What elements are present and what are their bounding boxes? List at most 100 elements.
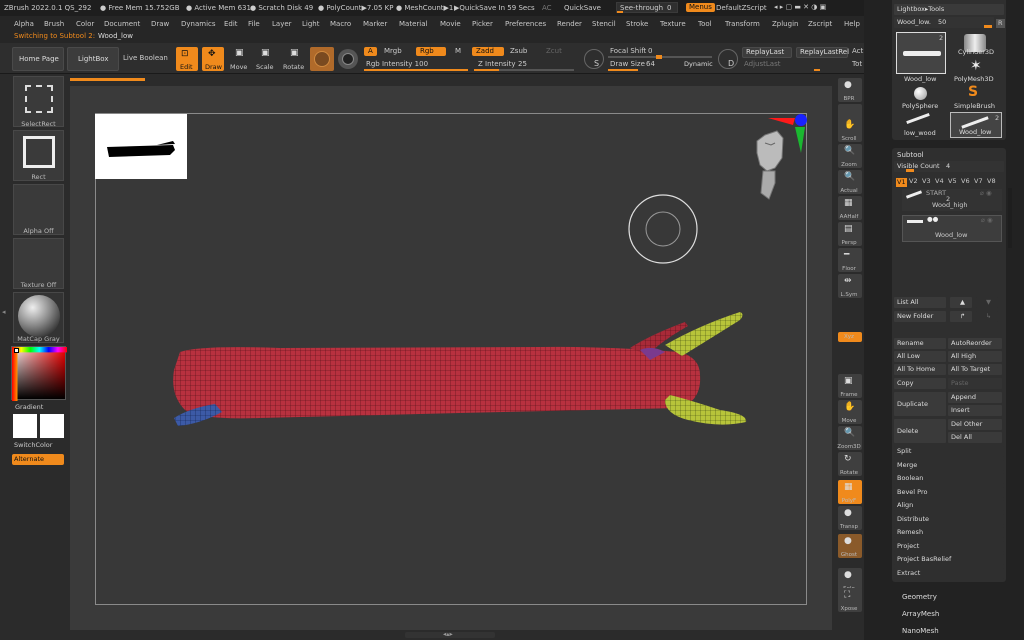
all-to-target-button[interactable]: All To Target (948, 364, 1002, 375)
list-all-button[interactable]: List All (894, 297, 946, 308)
menu-transform[interactable]: Transform (725, 20, 760, 28)
menu-light[interactable]: Light (302, 20, 319, 28)
default-zscript[interactable]: DefaultZScript (716, 5, 767, 12)
menu-stencil[interactable]: Stencil (592, 20, 616, 28)
a-button[interactable]: A (364, 47, 377, 56)
menu-render[interactable]: Render (557, 20, 582, 28)
home-page-button[interactable]: Home Page (12, 47, 64, 71)
menu-picker[interactable]: Picker (472, 20, 493, 28)
menu-dynamics[interactable]: Dynamics (181, 20, 216, 28)
all-high-button[interactable]: All High (948, 351, 1002, 362)
geometry-section[interactable]: Geometry (902, 593, 937, 601)
adjust-last-slider[interactable]: AdjustLast (742, 59, 848, 71)
replay-last-rel-button[interactable]: ReplayLastRel (796, 47, 849, 58)
tool-item-low-wood[interactable]: low_wood (904, 129, 936, 137)
move-button[interactable]: ▣ Move (228, 47, 250, 71)
draw-button[interactable]: ✥ Draw (202, 47, 224, 71)
lightbox-tools-button[interactable]: Lightbox▸Tools (894, 4, 1004, 15)
subtool-action-project-basrelief[interactable]: Project BasRelief (894, 554, 1004, 565)
duplicate-button[interactable]: Duplicate (894, 392, 946, 416)
wood-low-visibility-icon[interactable]: ⌀ ◉ (981, 217, 993, 224)
live-boolean-button[interactable]: Live Boolean (123, 55, 168, 62)
menu-stroke[interactable]: Stroke (626, 20, 648, 28)
color-picker[interactable] (11, 346, 67, 401)
orientation-head-icon[interactable] (735, 113, 810, 203)
del-other-button[interactable]: Del Other (948, 419, 1002, 430)
replay-last-button[interactable]: ReplayLast (742, 47, 792, 58)
alternate-button[interactable]: Alternate (12, 454, 64, 465)
menu-macro[interactable]: Macro (330, 20, 351, 28)
rgb-button[interactable]: Rgb (416, 47, 446, 56)
all-low-button[interactable]: All Low (894, 351, 946, 362)
menus-button[interactable]: Menus (686, 3, 715, 12)
subtool-title[interactable]: Subtool (897, 151, 924, 159)
log-mesh[interactable] (160, 300, 760, 440)
all-to-home-button[interactable]: All To Home (894, 364, 946, 375)
tool-item-cylinder3d[interactable]: Cylinder3D (958, 48, 994, 56)
rename-button[interactable]: Rename (894, 338, 946, 349)
polysphere-icon[interactable] (914, 87, 927, 100)
version-v4[interactable]: V4 (935, 178, 944, 185)
menu-tool[interactable]: Tool (698, 20, 712, 28)
menu-file[interactable]: File (248, 20, 260, 28)
subtool-action-merge[interactable]: Merge (894, 459, 1004, 471)
hue-ring[interactable] (12, 347, 67, 401)
menu-zplugin[interactable]: Zplugin (772, 20, 798, 28)
delete-button[interactable]: Delete (894, 419, 946, 443)
spotlight-s-dial[interactable]: S (584, 49, 604, 69)
material-swatch[interactable] (310, 47, 334, 71)
draw-size-slider[interactable]: Draw Size 64 Dynamic (608, 59, 714, 71)
menu-alpha[interactable]: Alpha (14, 20, 34, 28)
menu-layer[interactable]: Layer (272, 20, 292, 28)
subtool-item-wood-low[interactable]: ●● Wood_low ⌀ ◉ (902, 215, 1002, 242)
navigation-thumbnail[interactable] (95, 114, 187, 179)
see-through-slider[interactable]: See-through 0 (616, 2, 678, 13)
tray-collapse-icon[interactable]: ◂ (2, 308, 8, 322)
move-down-icon[interactable]: ▼ (976, 297, 998, 308)
lightbox-button[interactable]: LightBox (67, 47, 119, 71)
mrgb-button[interactable]: Mrgb (384, 48, 402, 55)
edit-button[interactable]: ⊡ Edit (176, 47, 198, 71)
version-v3[interactable]: V3 (922, 178, 931, 185)
folder-up-icon[interactable]: ↱ (950, 311, 972, 322)
menu-texture[interactable]: Texture (660, 20, 686, 28)
menu-movie[interactable]: Movie (440, 20, 461, 28)
rotate-button[interactable]: ▣ Rotate (282, 47, 306, 71)
menu-document[interactable]: Document (104, 20, 140, 28)
menu-brush[interactable]: Brush (44, 20, 64, 28)
quicksave-button[interactable]: QuickSave (564, 5, 601, 12)
scale-button[interactable]: ▣ Scale (254, 47, 276, 71)
wood-low-eye-icon[interactable]: ●● (927, 216, 938, 223)
bottom-tray-handle[interactable]: ◂▴▸ (405, 631, 495, 638)
tool-thumb-wood-low-2[interactable]: 2 Wood_low (950, 112, 1002, 138)
tool-thumb-wood-low[interactable]: 2 (896, 32, 946, 74)
zadd-button[interactable]: Zadd (472, 47, 504, 56)
tool-item-polysphere[interactable]: PolySphere (902, 102, 938, 110)
switch-color-button[interactable]: SwitchColor (14, 442, 52, 449)
subtool-action-split[interactable]: Split (894, 446, 1004, 457)
menu-draw[interactable]: Draw (151, 20, 169, 28)
subtool-action-distribute[interactable]: Distribute (894, 513, 1004, 525)
version-v7[interactable]: V7 (974, 178, 983, 185)
move-up-icon[interactable]: ▲ (950, 297, 972, 308)
spotlight-d-dial[interactable]: D (718, 49, 738, 69)
version-v6[interactable]: V6 (961, 178, 970, 185)
visible-count-slider[interactable]: Visible Count 4 (894, 161, 1004, 172)
zsub-button[interactable]: Zsub (510, 48, 527, 55)
menu-marker[interactable]: Marker (363, 20, 387, 28)
focal-shift-slider[interactable]: Focal Shift 0 (608, 47, 714, 59)
subtool-action-bevel-pro[interactable]: Bevel Pro (894, 486, 1004, 498)
version-v1[interactable]: V1 (896, 178, 907, 187)
tool-item-polymesh3d[interactable]: PolyMesh3D (954, 75, 994, 83)
menu-zscript[interactable]: Zscript (808, 20, 832, 28)
rgb-intensity-slider[interactable]: Rgb Intensity 100 (364, 59, 470, 71)
del-all-button[interactable]: Del All (948, 432, 1002, 443)
zcut-button[interactable]: Zcut (546, 48, 562, 55)
folder-down-icon[interactable]: ↳ (976, 311, 998, 322)
low-wood-icon[interactable] (906, 112, 930, 125)
r-button[interactable]: R (996, 19, 1005, 28)
subtool-item-wood-high[interactable]: START 2 Wood_high ⌀ ◉ (902, 189, 1002, 211)
menu-preferences[interactable]: Preferences (505, 20, 546, 28)
copy-button[interactable]: Copy (894, 378, 946, 389)
subtool-action-extract[interactable]: Extract (894, 567, 1004, 579)
